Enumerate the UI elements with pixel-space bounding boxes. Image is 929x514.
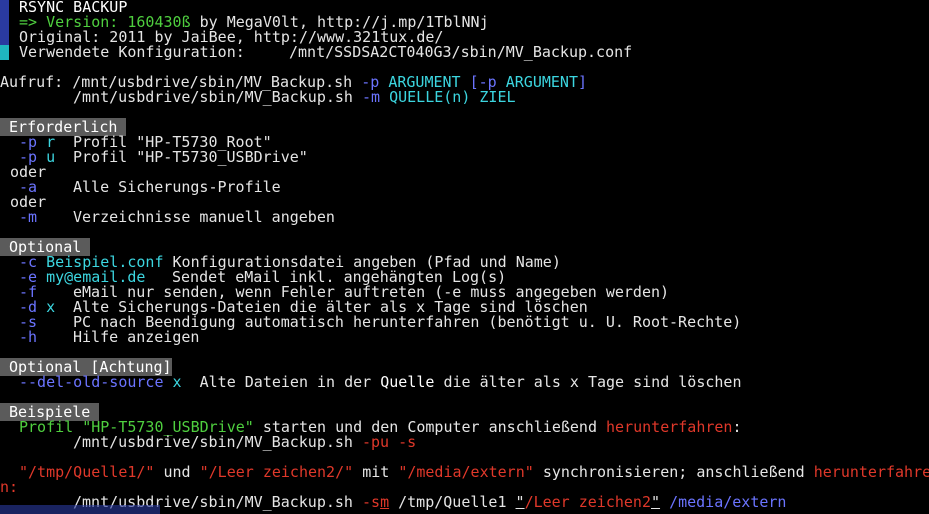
option-arg: u: [46, 148, 56, 166]
banner-bar: [0, 15, 9, 30]
usage-argument: ARGUMENT: [505, 73, 578, 91]
example-command: /mnt/usbdrive/sbin/MV_Backup.sh: [73, 433, 353, 451]
usage-argument: ZIEL: [479, 88, 516, 106]
example-destination: "/media/extern": [398, 463, 534, 481]
option-arg: x: [172, 373, 182, 391]
example-options: -pu -s: [362, 433, 417, 451]
quelle-keyword: Quelle: [380, 373, 435, 391]
option-flag: -h: [19, 328, 38, 346]
example-source: /tmp/Quelle1: [398, 493, 507, 511]
example-2-wrap: n:: [0, 478, 19, 496]
option-description: die älter als x Tage sind löschen: [443, 373, 742, 391]
example-shutdown: herunterfahren: [606, 418, 733, 436]
example-source: "/tmp/Quelle1/": [19, 463, 155, 481]
option-description: Alte Dateien in der: [199, 373, 372, 391]
example-2-description: "/tmp/Quelle1/" und "/Leer zeichen2/" mi…: [19, 465, 929, 480]
example-2-command: /mnt/usbdrive/sbin/MV_Backup.sh -sm /tmp…: [73, 495, 786, 510]
option-flag: --del-old-source: [19, 373, 164, 391]
banner-bar: [0, 45, 9, 60]
example-quote: ": [651, 493, 661, 511]
banner-bar: [0, 0, 9, 15]
example-options: m: [380, 493, 390, 511]
option-description: Alle Sicherungs-Profile: [73, 178, 281, 196]
usage-argument: QUELLE(n): [389, 88, 471, 106]
usage-line-2: /mnt/usbdrive/sbin/MV_Backup.sh -m QUELL…: [73, 90, 516, 105]
banner-bar: [0, 30, 9, 45]
example-source: /Leer zeichen2: [524, 493, 651, 511]
example-1-command: /mnt/usbdrive/sbin/MV_Backup.sh -pu -s: [73, 435, 416, 450]
example-shutdown: herunterfahre: [813, 463, 929, 481]
example-text: synchronisieren; anschließend: [542, 463, 805, 481]
option-row: -m Verzeichnisse manuell angeben: [19, 208, 335, 226]
option-row: -h Hilfe anzeigen: [19, 328, 199, 346]
option-flag: -m: [19, 208, 38, 226]
example-text: und: [163, 463, 191, 481]
example-text: Profil: [19, 418, 74, 436]
option-description: Profil "HP-T5730_USBDrive": [73, 148, 308, 166]
example-source: "/Leer zeichen2/": [199, 463, 354, 481]
option-description: Hilfe anzeigen: [73, 328, 200, 346]
option-row: --del-old-source x Alte Dateien in der Q…: [19, 375, 741, 390]
usage-bracket: ]: [578, 73, 588, 91]
example-quote: ": [515, 493, 525, 511]
usage-command: /mnt/usbdrive/sbin/MV_Backup.sh: [73, 88, 353, 106]
example-options: -s: [362, 493, 381, 511]
example-text: mit: [362, 463, 390, 481]
config-path: /mnt/SSDSA2CT040G3/sbin/MV_Backup.conf: [289, 43, 633, 61]
example-text: :: [732, 418, 742, 436]
next-line-fragment: [0, 505, 160, 514]
banner-config: Verwendete Konfiguration: /mnt/SSDSA2CT04…: [19, 43, 632, 61]
option-description: Verzeichnisse manuell angeben: [73, 208, 335, 226]
option-arg: x: [46, 298, 56, 316]
example-destination: /media/extern: [669, 493, 787, 511]
config-label: Verwendete Konfiguration:: [19, 43, 245, 61]
usage-label: Aufruf:: [0, 73, 64, 91]
terminal-window[interactable]: RSYNC BACKUP => Version: 160430ß by Mega…: [0, 0, 929, 514]
usage-option: -m: [362, 88, 381, 106]
